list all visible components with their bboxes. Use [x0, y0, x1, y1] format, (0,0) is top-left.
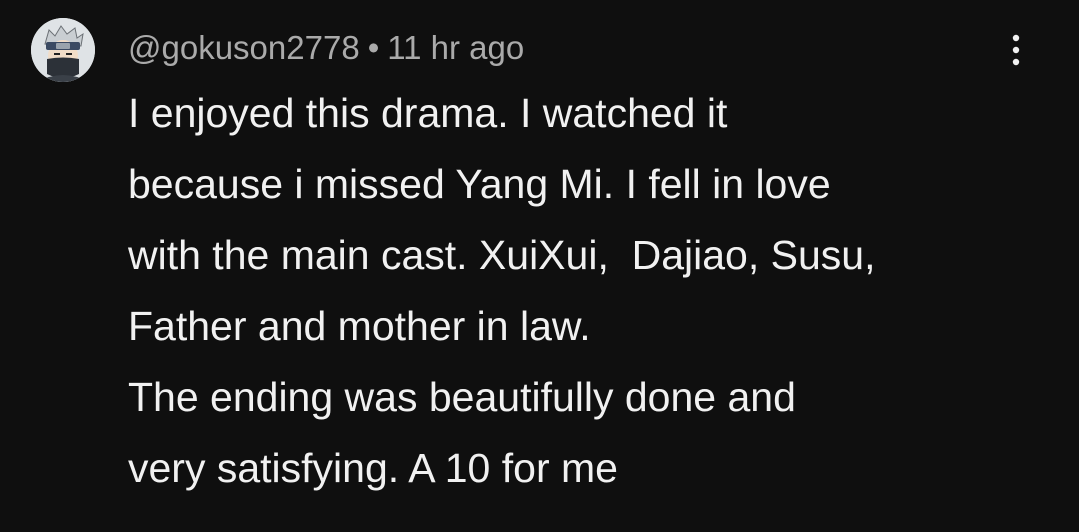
comment-line: with the main cast. XuiXui, Dajiao, Susu… [128, 232, 876, 278]
comment-line: Father and mother in law. [128, 303, 591, 349]
more-options-button[interactable] [996, 28, 1036, 72]
more-vert-icon [1012, 34, 1020, 66]
comment-line: very satisfying. A 10 for me [128, 445, 618, 491]
comment-line: I enjoyed this drama. I watched it [128, 90, 728, 136]
comment-meta: @gokuson2778 • 11 hr ago [128, 26, 524, 70]
comment-line: The ending was beautifully done and [128, 374, 796, 420]
comment-card: @gokuson2778 • 11 hr ago I enjoyed this … [0, 0, 1079, 532]
timestamp[interactable]: 11 hr ago [387, 29, 524, 67]
avatar[interactable] [31, 18, 95, 82]
author-handle[interactable]: @gokuson2778 [128, 29, 360, 67]
meta-separator: • [367, 29, 380, 66]
comment-body: I enjoyed this drama. I watched it becau… [128, 78, 1028, 504]
ninja-avatar-icon [31, 18, 95, 82]
comment-line: because i missed Yang Mi. I fell in love [128, 161, 831, 207]
